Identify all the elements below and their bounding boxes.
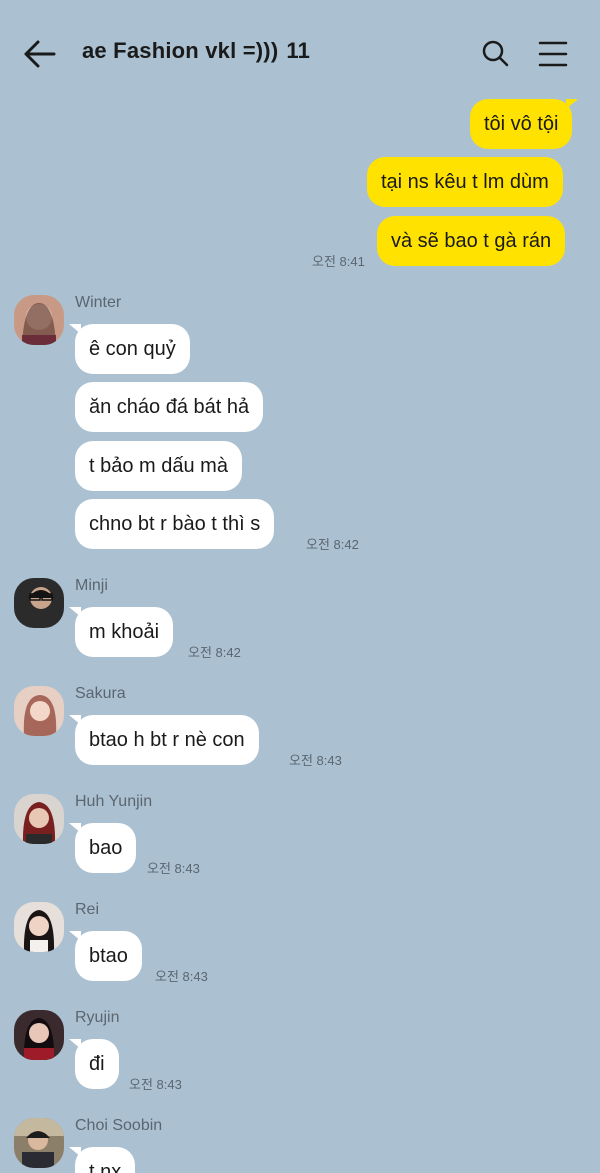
their-message[interactable]: t bảo m dấu mà	[75, 441, 242, 491]
chat-title: ae Fashion vkl =))) 11	[82, 38, 310, 64]
message-time: 오전 8:41	[312, 254, 365, 269]
arrow-left-icon	[24, 40, 56, 68]
avatar-rei[interactable]	[14, 902, 64, 952]
my-message[interactable]: tôi vô tội	[470, 99, 579, 149]
sender-name: Winter	[75, 294, 122, 311]
back-button[interactable]	[20, 34, 60, 74]
avatar-ryujin[interactable]	[14, 1010, 64, 1060]
menu-button[interactable]	[534, 36, 572, 72]
message-time: 오전 8:42	[306, 537, 359, 552]
sender-name: Sakura	[75, 685, 126, 702]
sender-name: Huh Yunjin	[75, 793, 153, 810]
their-message[interactable]: ăn cháo đá bát hả	[75, 382, 264, 432]
my-message[interactable]: và sẽ bao t gà rán	[377, 216, 566, 266]
hamburger-menu-icon	[538, 41, 568, 67]
their-message[interactable]: chno bt r bào t thì s	[75, 499, 275, 549]
avatar-minji[interactable]	[14, 578, 64, 628]
search-icon	[482, 40, 509, 67]
member-count: 11	[286, 38, 311, 63]
message-time: 오전 8:43	[289, 753, 342, 768]
their-message[interactable]: btao	[69, 931, 142, 981]
their-message[interactable]: đi	[69, 1039, 119, 1089]
search-button[interactable]	[478, 36, 514, 72]
their-message[interactable]: t nx	[68, 1147, 136, 1173]
my-message[interactable]: tại ns kêu t lm dùm	[367, 157, 563, 207]
their-message[interactable]: btao h bt r nè con	[69, 715, 259, 765]
chat-header: ae Fashion vkl =))) 11	[0, 0, 600, 100]
avatar-winter[interactable]	[14, 295, 64, 345]
sender-name: Rei	[75, 901, 100, 918]
sender-name: Minji	[75, 577, 108, 594]
sender-name: Ryujin	[75, 1009, 120, 1026]
avatar-yunjin[interactable]	[14, 794, 64, 844]
their-message[interactable]: bao	[68, 823, 137, 873]
message-time: 오전 8:43	[129, 1077, 182, 1092]
room-name: ae Fashion vkl =)))	[82, 38, 279, 63]
their-message[interactable]: m khoải	[68, 607, 174, 657]
message-time: 오전 8:42	[188, 645, 241, 660]
their-message[interactable]: ê con quỷ	[69, 324, 190, 374]
avatar-soobin[interactable]	[14, 1118, 64, 1168]
avatar-sakura[interactable]	[14, 686, 64, 736]
message-time: 오전 8:43	[147, 861, 200, 876]
message-time: 오전 8:43	[155, 969, 208, 984]
sender-name: Choi Soobin	[75, 1117, 163, 1134]
